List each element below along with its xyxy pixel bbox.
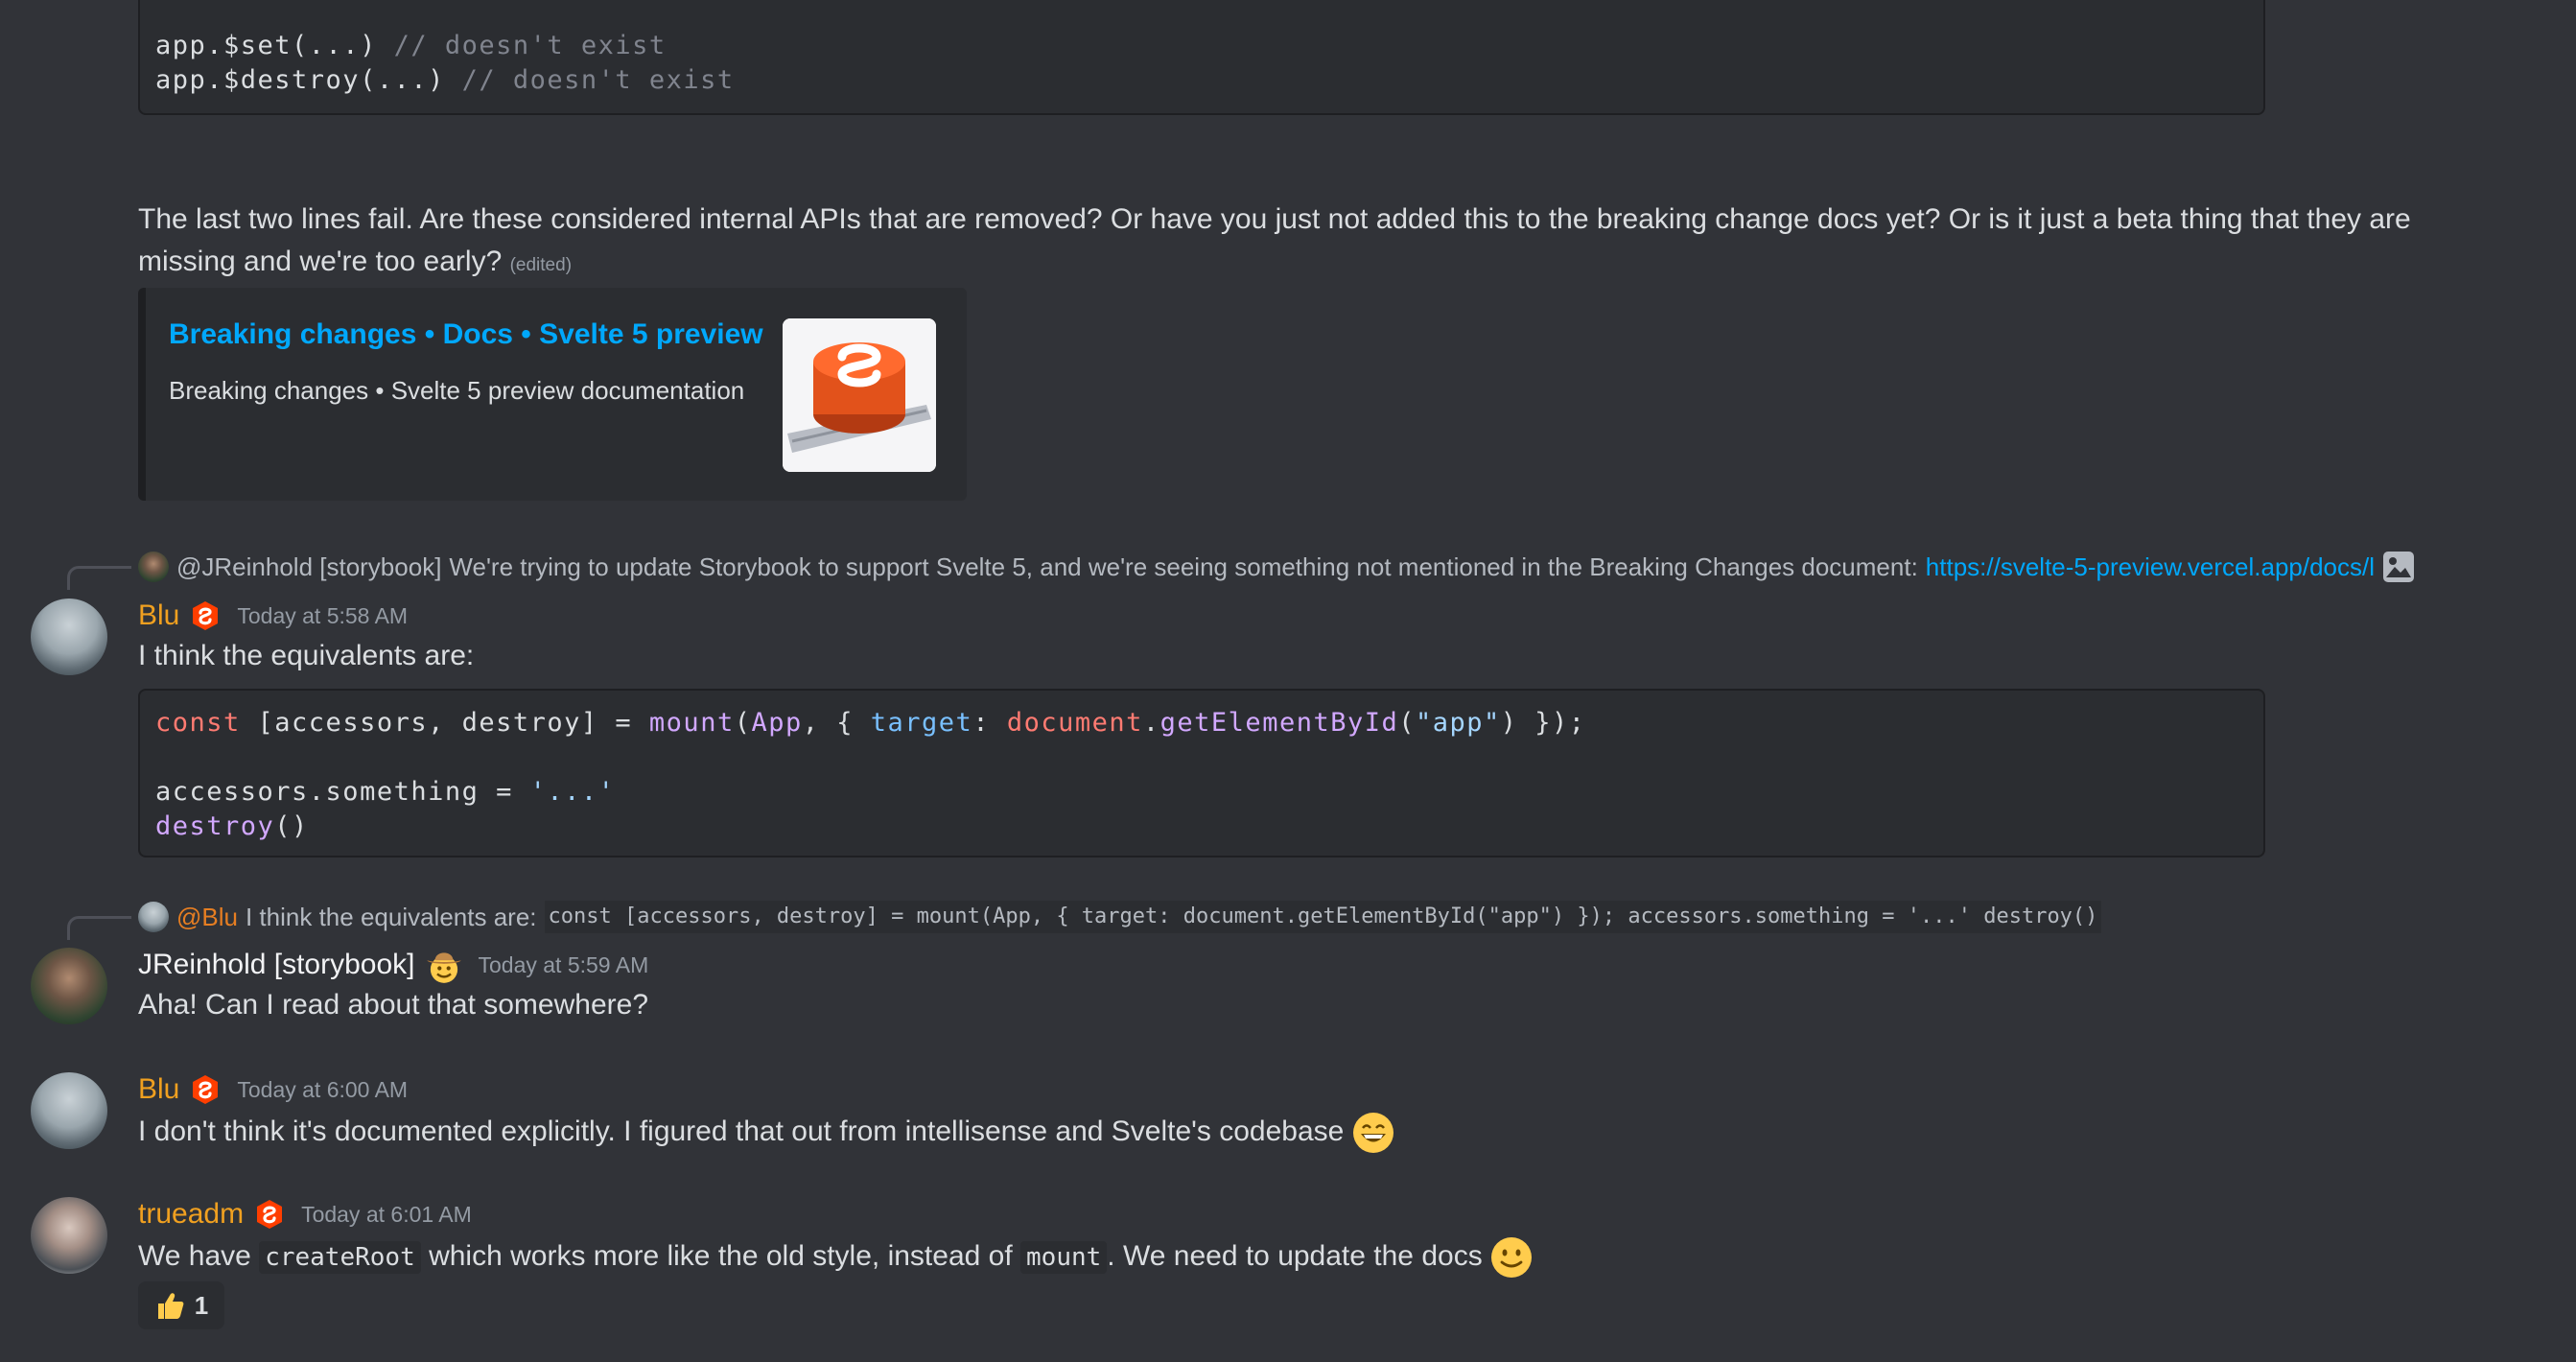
reply-connector: [67, 916, 131, 940]
avatar[interactable]: [31, 599, 107, 675]
thumbs-up-icon: [157, 1293, 184, 1319]
timestamp[interactable]: Today at 5:58 AM: [237, 603, 408, 629]
link-embed: Breaking changes • Docs • Svelte 5 previ…: [138, 288, 967, 501]
message-header: trueadm Today at 6:01 AM: [138, 1193, 472, 1235]
reply-avatar: [138, 552, 169, 582]
cowboy-emoji-icon: [426, 952, 461, 983]
smile-emoji-icon: [1491, 1237, 1533, 1279]
reply-text: We're trying to update Storybook to supp…: [449, 552, 1918, 581]
message-text: Aha! Can I read about that somewhere?: [138, 989, 649, 1021]
reply-preview[interactable]: @JReinhold [storybook] We're trying to u…: [138, 551, 2415, 583]
message-header: JReinhold [storybook] Today at 5:59 AM: [138, 944, 648, 986]
edited-label: (edited): [509, 255, 573, 275]
code-block-top: app.$set(...) // doesn't exist app.$dest…: [138, 0, 2265, 115]
username[interactable]: Blu: [138, 1073, 179, 1106]
timestamp[interactable]: Today at 6:01 AM: [301, 1202, 472, 1228]
inline-code: createRoot: [259, 1241, 421, 1274]
message-header: Blu Today at 5:58 AM: [138, 595, 408, 637]
code-line: accessors.something = '...': [155, 777, 616, 807]
reply-mention[interactable]: @JReinhold [storybook]: [176, 551, 441, 583]
code-line: destroy(): [155, 811, 309, 841]
avatar[interactable]: [31, 1072, 107, 1149]
message-line: missing and we're too early? (edited): [138, 246, 573, 277]
inline-code: mount: [1020, 1241, 1108, 1274]
username[interactable]: Blu: [138, 599, 179, 632]
embed-title-link[interactable]: Breaking changes • Docs • Svelte 5 previ…: [169, 318, 763, 351]
svelte-role-icon: [257, 1200, 283, 1229]
grin-emoji-icon: [1352, 1113, 1393, 1154]
avatar[interactable]: [31, 1197, 107, 1274]
avatar[interactable]: [31, 948, 107, 1024]
reply-link[interactable]: https://svelte-5-preview.vercel.app/docs…: [1926, 551, 2375, 583]
message-line: The last two lines fail. Are these consi…: [138, 203, 2411, 235]
username[interactable]: JReinhold [storybook]: [138, 949, 415, 981]
reply-text: I think the equivalents are:: [245, 903, 537, 931]
svelte-logo-icon: [783, 318, 936, 472]
reply-connector: [67, 566, 131, 590]
message-text: We have createRoot which works more like…: [138, 1235, 1533, 1279]
message-text: I think the equivalents are:: [138, 640, 475, 671]
reply-preview[interactable]: @Blu I think the equivalents are: const …: [138, 901, 2102, 933]
image-icon: [2383, 552, 2415, 582]
embed-description: Breaking changes • Svelte 5 preview docu…: [169, 376, 745, 405]
message-header: Blu Today at 6:00 AM: [138, 1068, 408, 1111]
code-line: app.$set(...) // doesn't exist: [155, 31, 667, 60]
timestamp[interactable]: Today at 6:00 AM: [237, 1077, 408, 1103]
reaction-button[interactable]: 1: [138, 1281, 224, 1329]
code-line: app.$destroy(...) // doesn't exist: [155, 65, 735, 95]
message-text: I don't think it's documented explicitly…: [138, 1111, 1394, 1154]
timestamp[interactable]: Today at 5:59 AM: [479, 952, 649, 978]
code-line: const [accessors, destroy] = mount(App, …: [155, 708, 1586, 738]
svelte-role-icon: [193, 601, 219, 630]
reply-code: const [accessors, destroy] = mount(App, …: [544, 901, 2102, 933]
code-block: const [accessors, destroy] = mount(App, …: [138, 689, 2265, 857]
username[interactable]: trueadm: [138, 1198, 244, 1231]
svelte-role-icon: [193, 1075, 219, 1104]
reply-mention[interactable]: @Blu: [176, 901, 238, 933]
reply-avatar: [138, 902, 169, 932]
message-text: The last two lines fail. Are these consi…: [138, 199, 2536, 287]
embed-thumbnail[interactable]: [783, 318, 936, 472]
reaction-count: 1: [194, 1290, 209, 1320]
